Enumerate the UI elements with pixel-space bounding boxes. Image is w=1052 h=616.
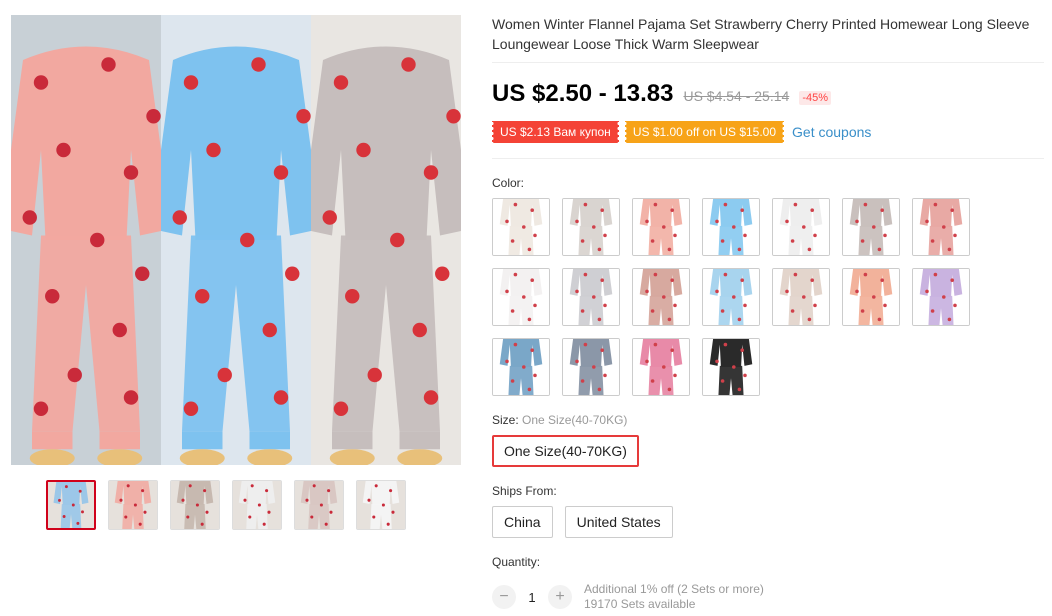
quantity-decrease-button[interactable]: − — [492, 585, 516, 609]
model-photo-blue-strawberry — [161, 15, 311, 465]
model-photo-grey-strawberry — [311, 15, 461, 465]
price-row: US $2.50 - 13.83 US $4.54 - 25.14 -45% — [492, 80, 831, 108]
color-swatch-light-blue[interactable] — [702, 268, 760, 326]
get-coupons-link[interactable]: Get coupons — [792, 124, 871, 140]
quantity-label: Quantity: — [492, 555, 541, 569]
color-swatch-grey-strawberry[interactable] — [842, 198, 900, 256]
color-swatch-white-strawberry[interactable] — [772, 198, 830, 256]
thumb-6[interactable] — [356, 480, 406, 530]
divider — [492, 62, 1044, 63]
thumb-4[interactable] — [232, 480, 282, 530]
color-swatch-cream-cherry[interactable] — [492, 198, 550, 256]
size-label-row: Size: One Size(40-70KG) — [492, 413, 627, 427]
ships-from-options: China United States — [492, 506, 673, 538]
size-selected-value: One Size(40-70KG) — [522, 413, 628, 427]
color-swatch-grey-blue[interactable] — [562, 338, 620, 396]
color-swatch-white-seated[interactable] — [492, 268, 550, 326]
divider — [492, 158, 1044, 159]
size-option-one-size[interactable]: One Size(40-70KG) — [492, 435, 639, 467]
thumb-2[interactable] — [108, 480, 158, 530]
color-swatch-black-lingerie[interactable] — [702, 338, 760, 396]
quantity-stepper: − 1 + Additional 1% off (2 Sets or more)… — [492, 582, 764, 612]
thumb-3[interactable] — [170, 480, 220, 530]
thumb-1[interactable] — [46, 480, 96, 530]
color-swatch-grey-small[interactable] — [562, 198, 620, 256]
thumb-5[interactable] — [294, 480, 344, 530]
color-swatch-rose-pink[interactable] — [632, 338, 690, 396]
color-swatch-pink-cherry[interactable] — [632, 198, 690, 256]
discount-badge: -45% — [799, 91, 831, 105]
quantity-notes: Additional 1% off (2 Sets or more) 19170… — [584, 582, 764, 612]
size-label: Size: — [492, 413, 519, 427]
color-swatch-denim-blue[interactable] — [492, 338, 550, 396]
stock-available-note: 19170 Sets available — [584, 597, 696, 611]
ships-from-china[interactable]: China — [492, 506, 553, 538]
product-title: Women Winter Flannel Pajama Set Strawber… — [492, 16, 1030, 52]
bulk-discount-note: Additional 1% off (2 Sets or more) — [584, 582, 764, 596]
color-label: Color: — [492, 176, 525, 190]
color-swatches — [492, 198, 970, 396]
quantity-value[interactable]: 1 — [516, 590, 548, 605]
quantity-increase-button[interactable]: + — [548, 585, 572, 609]
model-photo-pink-cherry — [11, 15, 161, 465]
current-price: US $2.50 - 13.83 — [492, 80, 674, 107]
original-price: US $4.54 - 25.14 — [683, 88, 790, 104]
ships-from-label: Ships From: — [492, 484, 557, 498]
color-swatch-lavender[interactable] — [912, 268, 970, 326]
color-swatch-blue-strawberry[interactable] — [702, 198, 760, 256]
store-coupon[interactable]: US $2.13 Вам купон — [490, 121, 621, 143]
color-swatch-pink-rose[interactable] — [912, 198, 970, 256]
color-swatch-beige-lounge[interactable] — [772, 268, 830, 326]
offer-coupon[interactable]: US $1.00 off on US $15.00 — [622, 121, 787, 143]
ships-from-united-states[interactable]: United States — [564, 506, 673, 538]
thumbnail-strip — [46, 480, 406, 530]
main-product-image[interactable] — [11, 15, 461, 465]
color-swatch-grey-seated[interactable] — [562, 268, 620, 326]
color-swatch-dusty-pink[interactable] — [632, 268, 690, 326]
coupon-row: US $2.13 Вам купон US $1.00 off on US $1… — [490, 121, 871, 143]
color-swatch-peach[interactable] — [842, 268, 900, 326]
